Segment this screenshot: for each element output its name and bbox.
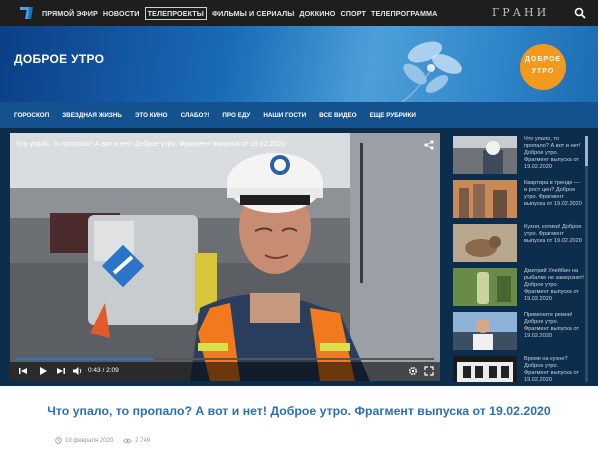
- video-player[interactable]: Что упало, то пропало? А вот и нет! Добр…: [10, 133, 440, 381]
- related-item[interactable]: Квартира в тренде — и рост цен? Доброе у…: [448, 180, 588, 220]
- play-icon[interactable]: [38, 366, 48, 376]
- show-logo-line-1: ДОБРОЕ: [524, 56, 562, 63]
- flower-decoration-icon: [400, 41, 462, 102]
- player-section: Что упало, то пропало? А вот и нет! Добр…: [0, 128, 598, 386]
- subnav-star-life[interactable]: Звездная жизнь: [62, 112, 122, 119]
- show-banner: ДОБРОЕ УТРО: [0, 26, 598, 102]
- related-thumbnail: [453, 136, 517, 174]
- nav-dockino[interactable]: Доккино: [299, 9, 335, 18]
- related-title: Время на кухне? Доброе утро. Фрагмент вы…: [524, 356, 580, 382]
- related-thumbnail: [453, 356, 517, 382]
- nav-teleprojects[interactable]: Телепроекты: [144, 6, 207, 20]
- nav-films[interactable]: Фильмы и сериалы: [212, 9, 294, 18]
- related-item[interactable]: Примените ремни! Доброе утро. Фрагмент в…: [448, 312, 588, 352]
- view-count: 2 749: [135, 437, 151, 444]
- related-thumbnail: [453, 312, 517, 350]
- nav-sport[interactable]: Спорт: [341, 9, 367, 18]
- related-thumbnail: [453, 180, 517, 218]
- related-title: Дмитрий Улейбин на рыбалке не замерзнет!…: [524, 268, 584, 302]
- related-thumbnail: [453, 224, 517, 262]
- previous-icon[interactable]: [18, 366, 28, 376]
- related-item[interactable]: Кухня, котики! Доброе утро. Фрагмент вып…: [448, 224, 588, 264]
- scrollbar-thumb[interactable]: [585, 136, 588, 166]
- subnav-horoscope[interactable]: Гороскоп: [14, 112, 49, 119]
- video-meta: 19 февраля 2020 2 749: [55, 437, 160, 444]
- share-icon[interactable]: [424, 140, 434, 150]
- show-logo-line-2: УТРО: [531, 68, 555, 75]
- video-frame: [10, 133, 440, 381]
- main-nav: Прямой эфир Новости Телепроекты Фильмы и…: [42, 6, 442, 20]
- subnav-dare[interactable]: Слабо?!: [181, 112, 210, 119]
- progress-bar[interactable]: [16, 358, 434, 360]
- video-title: Что упало, то пропало? А вот и нет! Добр…: [16, 141, 286, 148]
- clock-icon: [55, 437, 62, 444]
- volume-icon[interactable]: [72, 366, 83, 376]
- player-controls: 0:43 / 2:09: [10, 362, 440, 381]
- related-title: Что упало, то пропало? А вот и нет! Добр…: [524, 136, 581, 170]
- video-page-title: Что упало, то пропало? А вот и нет! Добр…: [47, 404, 551, 418]
- eye-icon: [123, 438, 133, 443]
- subnav-all-videos[interactable]: Все видео: [319, 112, 356, 119]
- subnav-food[interactable]: Про еду: [222, 112, 250, 119]
- top-navigation-bar: Прямой эфир Новости Телепроекты Фильмы и…: [0, 0, 598, 26]
- playback-time: 0:43 / 2:09: [88, 367, 119, 374]
- fullscreen-icon[interactable]: [424, 366, 434, 376]
- channel-one-logo-icon[interactable]: [16, 5, 36, 21]
- subnav-movies[interactable]: Это кино: [135, 112, 168, 119]
- show-sub-navigation: Гороскоп Звездная жизнь Это кино Слабо?!…: [0, 102, 598, 128]
- show-logo[interactable]: ДОБРОЕ УТРО: [520, 44, 566, 90]
- related-videos-list: Что упало, то пропало? А вот и нет! Добр…: [448, 136, 588, 382]
- grani-logo[interactable]: ГРАНИ: [492, 6, 549, 19]
- nav-live[interactable]: Прямой эфир: [42, 9, 98, 18]
- related-title: Квартира в тренде — и рост цен? Доброе у…: [524, 180, 582, 207]
- related-title: Примените ремни! Доброе утро. Фрагмент в…: [524, 312, 580, 339]
- progress-fill: [16, 358, 154, 360]
- related-item[interactable]: Что упало, то пропало? А вот и нет! Добр…: [448, 136, 588, 176]
- related-item[interactable]: Дмитрий Улейбин на рыбалке не замерзнет!…: [448, 268, 588, 308]
- subnav-more[interactable]: Еще рубрики: [370, 112, 416, 119]
- show-title[interactable]: ДОБРОЕ УТРО: [14, 52, 104, 66]
- subnav-guests[interactable]: Наши гости: [263, 112, 306, 119]
- publish-date: 19 февраля 2020: [65, 437, 114, 444]
- related-title: Кухня, котики! Доброе утро. Фрагмент вып…: [524, 224, 582, 244]
- settings-gear-icon[interactable]: [408, 366, 418, 376]
- nav-news[interactable]: Новости: [103, 9, 140, 18]
- related-scrollbar[interactable]: [585, 136, 588, 382]
- search-icon[interactable]: [574, 7, 586, 19]
- next-icon[interactable]: [56, 366, 66, 376]
- related-thumbnail: [453, 268, 517, 306]
- nav-schedule[interactable]: Телепрограмма: [371, 9, 437, 18]
- related-item[interactable]: Время на кухне? Доброе утро. Фрагмент вы…: [448, 356, 588, 382]
